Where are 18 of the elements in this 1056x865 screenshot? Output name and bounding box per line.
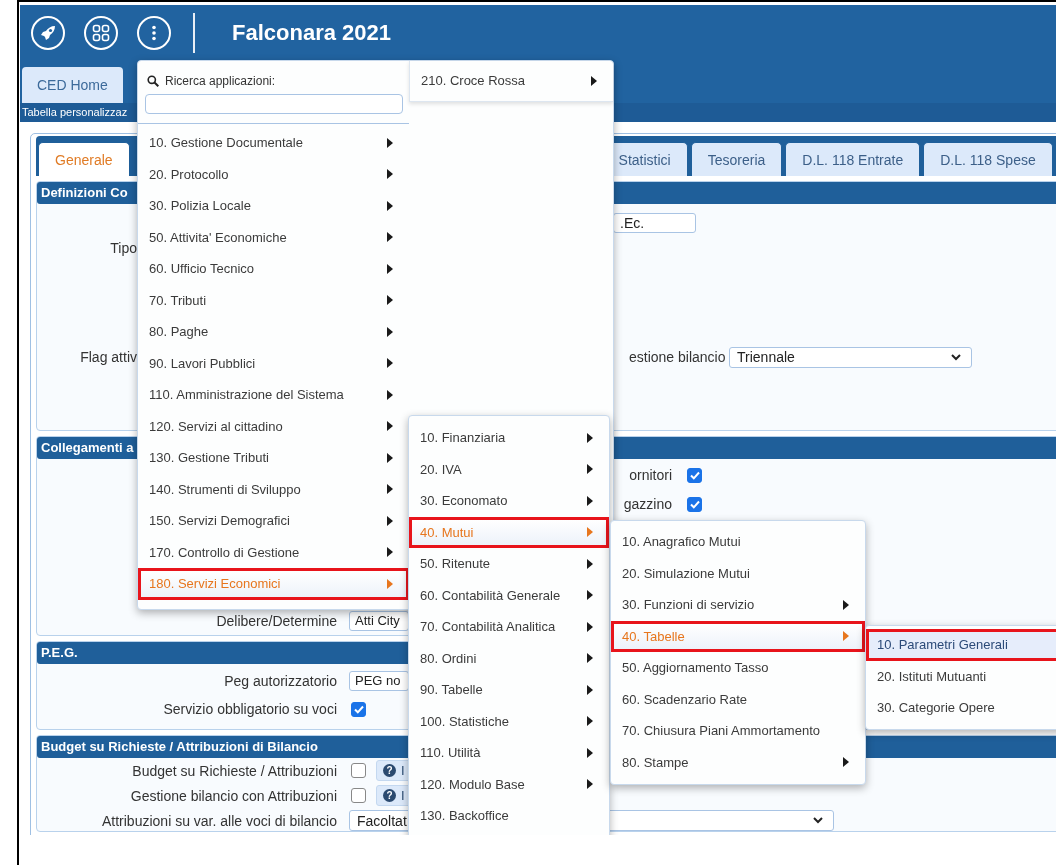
field-label: gazzino [622, 496, 672, 512]
field-label: Gestione bilancio con Attribuzioni [130, 787, 337, 804]
field-label: Peg autorizzatorio [224, 673, 337, 689]
field-label: Budget su Richieste / Attribuzioni [132, 762, 337, 779]
dropdown-value: Triennale [737, 349, 795, 365]
help-icon: ? [383, 764, 396, 777]
field-label: estione bilancio [629, 349, 727, 365]
app-title: Falconara 2021 [232, 20, 391, 46]
field-label: Attribuzioni su var. alle voci di bilancio [102, 812, 337, 829]
search-label: Ricerca applicazioni: [165, 74, 276, 88]
dropdown-value: Facoltat [357, 812, 407, 829]
field-label: ornitori [628, 467, 672, 483]
help-icon: ? [383, 789, 396, 802]
info-text: Tabella personalizzaz [22, 106, 128, 118]
field-label: Delibere/Determine [216, 613, 337, 629]
field-label: Tipo [110, 240, 137, 256]
field-label: Servizio obbligatorio su voci [163, 701, 337, 717]
field-label: Flag attiv [80, 349, 137, 365]
